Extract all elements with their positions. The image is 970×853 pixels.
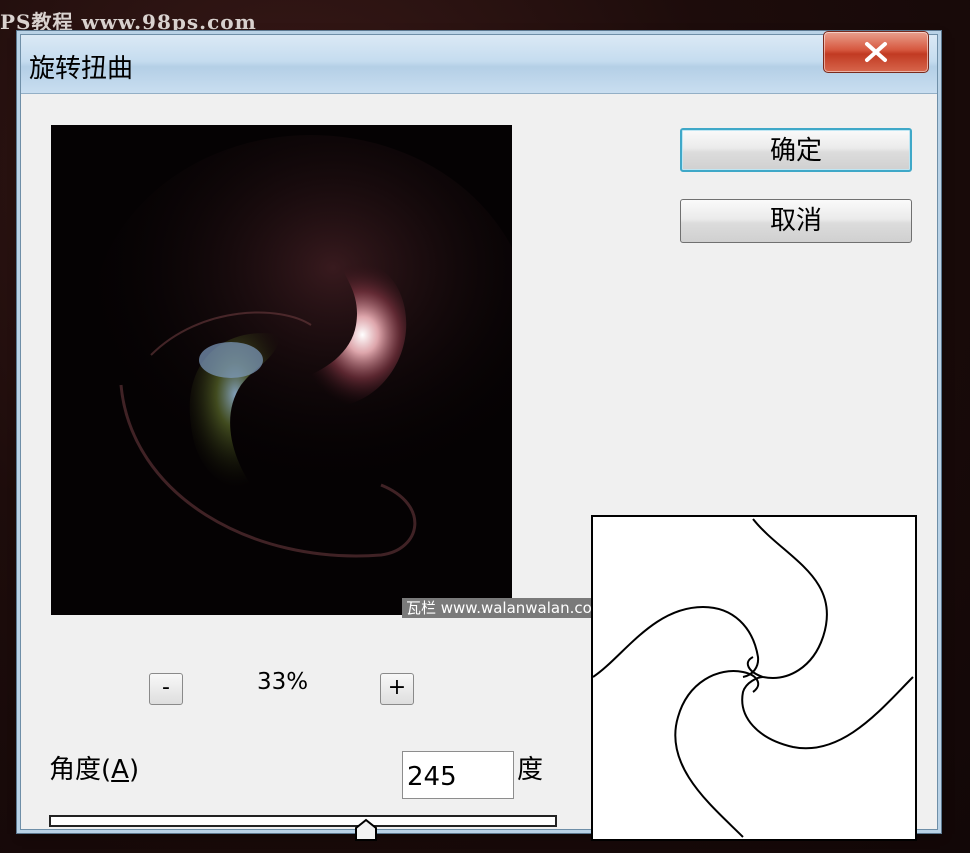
background-site-text: PS教程 www.98ps.com xyxy=(0,10,257,34)
ok-button[interactable]: 确定 xyxy=(680,128,912,172)
title-bar[interactable]: 旋转扭曲 xyxy=(21,31,937,94)
zoom-level: 33% xyxy=(257,669,309,695)
angle-label-text: 角度( xyxy=(49,755,112,785)
twirl-pattern-preview xyxy=(591,515,917,841)
slider-thumb-icon[interactable] xyxy=(354,818,378,842)
cancel-button[interactable]: 取消 xyxy=(680,199,912,243)
angle-label-end: ) xyxy=(128,755,140,785)
zoom-out-button[interactable]: - xyxy=(149,673,183,705)
angle-label-mnemonic: A xyxy=(111,755,129,785)
close-icon xyxy=(865,42,887,62)
angle-input[interactable] xyxy=(402,751,514,799)
filter-preview-image[interactable] xyxy=(51,125,512,615)
zoom-in-button[interactable]: + xyxy=(380,673,414,705)
twirl-dialog: 旋转扭曲 瓦栏 www.walanwalan.com 确定 取消 - 33% +… xyxy=(20,31,938,841)
watermark-text: 瓦栏 www.walanwalan.com xyxy=(402,598,612,618)
angle-slider-track[interactable] xyxy=(49,815,557,827)
dialog-content: 瓦栏 www.walanwalan.com 确定 取消 - 33% + 角度(A… xyxy=(21,94,937,841)
angle-unit-label: 度 xyxy=(517,755,544,785)
close-button[interactable] xyxy=(823,31,929,73)
angle-label: 角度(A) xyxy=(49,749,139,786)
dialog-title: 旋转扭曲 xyxy=(29,54,134,84)
